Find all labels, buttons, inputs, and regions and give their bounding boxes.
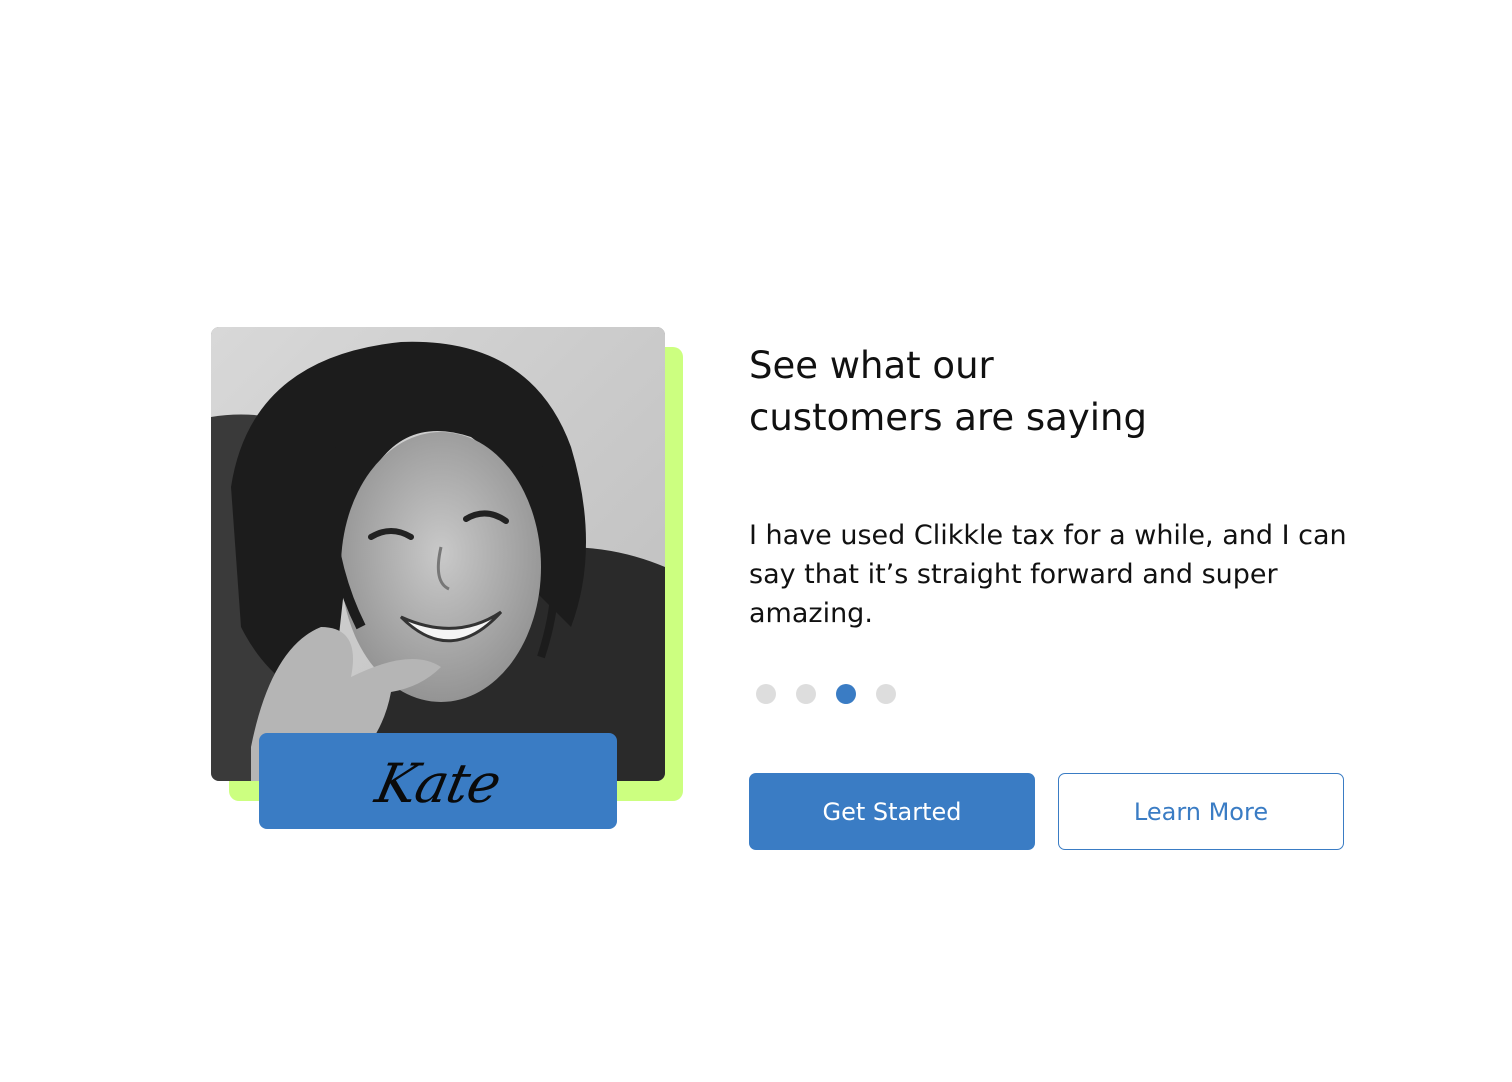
customer-photo [211,327,665,781]
quote-line-3: amazing. [749,598,873,629]
customer-name-signature: Kate [370,751,506,815]
get-started-button[interactable]: Get Started [749,773,1035,850]
customer-name-tag: Kate [259,733,617,829]
carousel-indicators [756,684,896,704]
portrait-illustration [211,327,665,781]
testimonial-quote: I have used Clikkle tax for a while, and… [749,516,1369,633]
learn-more-button[interactable]: Learn More [1058,773,1344,850]
heading-line-2: customers are saying [749,396,1147,439]
carousel-dot-3[interactable] [836,684,856,704]
section-heading: See what our customers are saying [749,340,1309,444]
carousel-dot-1[interactable] [756,684,776,704]
testimonial-section: Kate See what our customers are saying I… [0,0,1512,1082]
quote-line-1: I have used Clikkle tax for a while, and… [749,520,1347,551]
quote-line-2: say that it’s straight forward and super [749,559,1278,590]
carousel-dot-2[interactable] [796,684,816,704]
heading-line-1: See what our [749,344,994,387]
carousel-dot-4[interactable] [876,684,896,704]
